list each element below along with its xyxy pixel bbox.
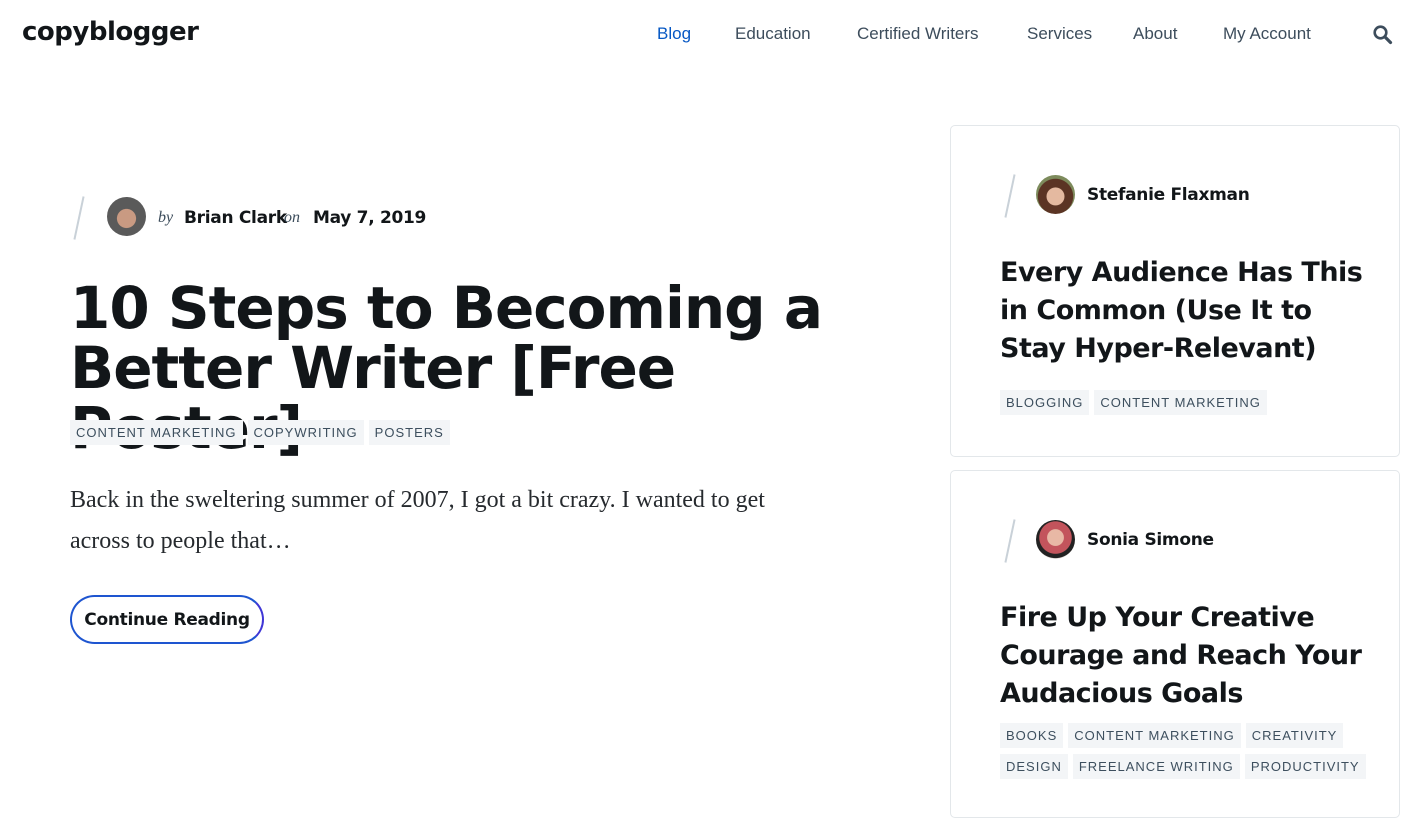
tag-posters[interactable]: Posters — [368, 420, 450, 445]
by-label: by — [158, 209, 174, 226]
author-link[interactable]: Brian Clark — [184, 208, 287, 228]
nav-item-my-account[interactable]: My Account — [1223, 24, 1311, 44]
tag-freelance-writing[interactable]: Freelance Writing — [1072, 754, 1240, 779]
card-title[interactable]: Fire Up Your Creative Courage and Reach … — [1000, 599, 1380, 713]
search-icon — [1373, 25, 1393, 45]
main-nav: Blog Education Certified Writers Service… — [0, 24, 1428, 48]
tag-copywriting[interactable]: Copywriting — [247, 420, 364, 445]
author-avatar[interactable] — [1036, 520, 1075, 559]
tag-content-marketing[interactable]: Content Marketing — [70, 420, 243, 445]
post-excerpt: Back in the sweltering summer of 2007, I… — [70, 487, 765, 554]
tag-blogging[interactable]: Blogging — [1000, 390, 1090, 415]
card-tags: Books Content Marketing Creativity Desig… — [1000, 723, 1370, 779]
nav-item-services[interactable]: Services — [1027, 24, 1092, 44]
byline-divider — [1004, 519, 1016, 563]
post-tags: Content Marketing Copywriting Posters — [70, 420, 450, 445]
author-link[interactable]: Stefanie Flaxman — [1087, 185, 1250, 205]
search-button[interactable] — [1372, 24, 1394, 46]
tag-books[interactable]: Books — [1000, 723, 1064, 748]
site-header: copyblogger Blog Education Certified Wri… — [0, 0, 1428, 70]
author-link[interactable]: Sonia Simone — [1087, 530, 1214, 550]
continue-reading-button[interactable]: Continue Reading — [70, 595, 264, 644]
post-byline: by Brian Clark on May 7, 2019 — [70, 190, 670, 246]
card-title[interactable]: Every Audience Has This in Common (Use I… — [1000, 254, 1380, 368]
sidebar-post-card: Stefanie Flaxman Every Audience Has This… — [950, 125, 1400, 457]
post-date: May 7, 2019 — [313, 208, 427, 228]
byline-divider — [73, 196, 85, 240]
author-avatar[interactable] — [107, 197, 146, 236]
tag-content-marketing[interactable]: Content Marketing — [1094, 390, 1267, 415]
tag-content-marketing[interactable]: Content Marketing — [1068, 723, 1241, 748]
sidebar-post-card: Sonia Simone Fire Up Your Creative Coura… — [950, 470, 1400, 818]
byline-divider — [1004, 174, 1016, 218]
on-label: on — [284, 209, 300, 226]
nav-item-certified-writers[interactable]: Certified Writers — [857, 24, 979, 44]
tag-design[interactable]: Design — [1000, 754, 1068, 779]
tag-productivity[interactable]: Productivity — [1244, 754, 1366, 779]
author-avatar[interactable] — [1036, 175, 1075, 214]
tag-creativity[interactable]: Creativity — [1245, 723, 1344, 748]
nav-item-blog[interactable]: Blog — [657, 24, 691, 44]
nav-item-education[interactable]: Education — [735, 24, 811, 44]
card-tags: Blogging Content Marketing — [1000, 390, 1267, 415]
nav-item-about[interactable]: About — [1133, 24, 1177, 44]
